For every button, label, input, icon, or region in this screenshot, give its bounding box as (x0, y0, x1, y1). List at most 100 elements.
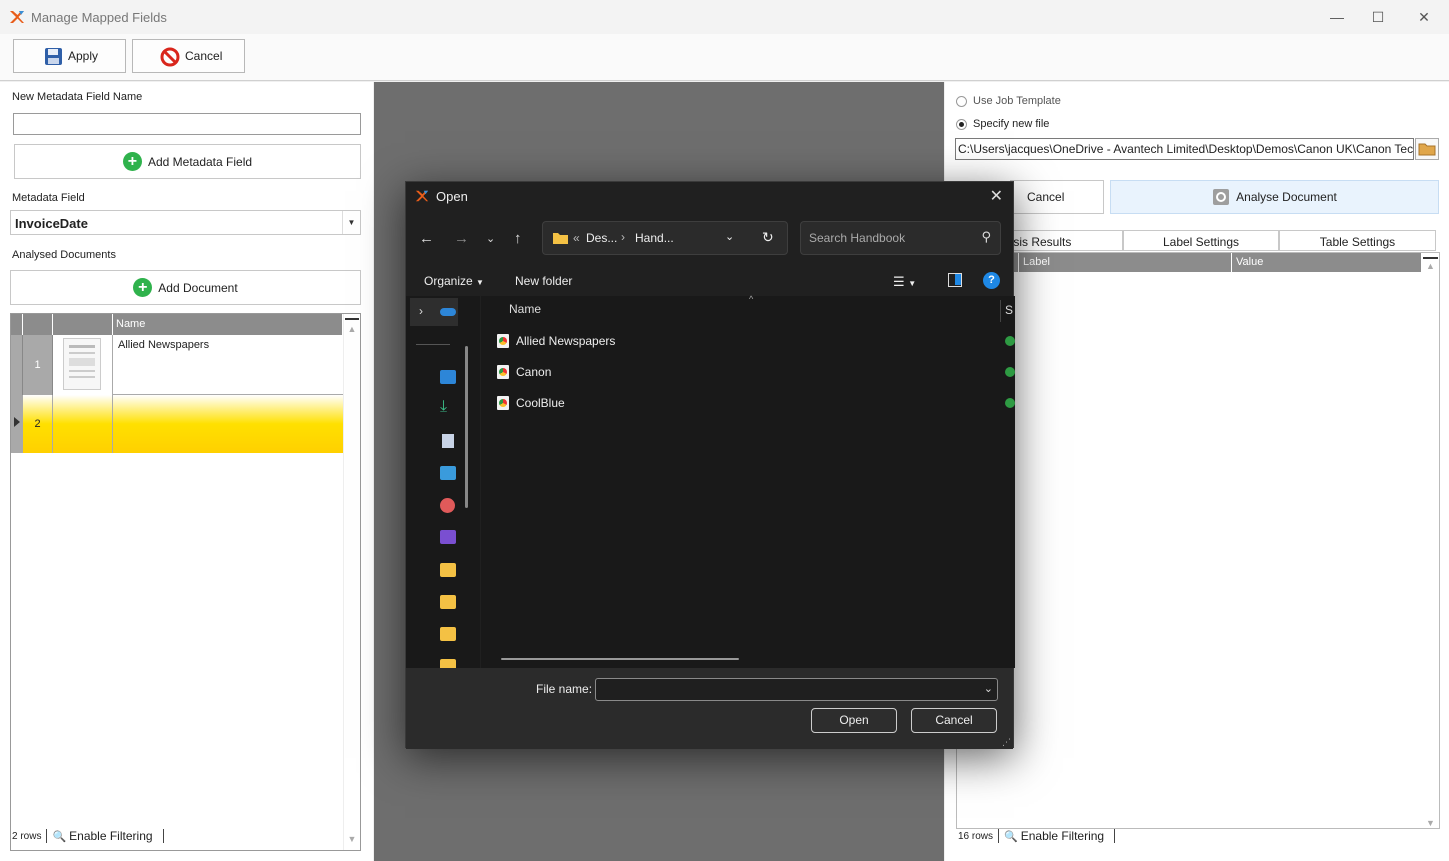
music-icon[interactable] (440, 498, 455, 513)
add-document-button[interactable]: + Add Document (10, 270, 361, 305)
organize-menu[interactable]: Organize ▼ (424, 274, 484, 288)
onedrive-nav-item[interactable]: › (410, 298, 458, 326)
plus-icon: + (133, 278, 153, 297)
search-icon[interactable]: ⚲ (981, 229, 991, 245)
document-name (113, 395, 344, 453)
chevron-down-icon[interactable]: ▼ (342, 211, 360, 234)
grid-scrollbar[interactable]: ▲ ▼ (343, 314, 360, 850)
folder-icon[interactable] (440, 659, 456, 668)
downloads-icon[interactable]: ⤓ (440, 399, 456, 415)
close-window-button[interactable]: ✕ (1401, 6, 1447, 28)
chrome-html-file-icon (497, 334, 509, 348)
table-row[interactable]: 1 Allied Newspapers (11, 335, 344, 395)
file-name: Allied Newspapers (516, 334, 616, 348)
new-field-name-input[interactable] (13, 113, 361, 135)
forward-arrow-icon[interactable]: → (454, 230, 469, 247)
apply-button[interactable]: Apply (13, 39, 126, 73)
file-item[interactable]: CoolBlue (497, 392, 1015, 414)
dialog-close-button[interactable]: ✕ (990, 186, 1003, 206)
chrome-html-file-icon (497, 396, 509, 410)
scroll-up-icon[interactable]: ▲ (344, 324, 360, 334)
file-item[interactable]: Allied Newspapers (497, 330, 1015, 352)
folder-icon[interactable] (440, 627, 456, 641)
folder-icon[interactable] (440, 563, 456, 577)
file-item[interactable]: Canon (497, 361, 1015, 383)
use-job-template-radio[interactable] (956, 96, 967, 107)
enable-filtering-link[interactable]: Enable Filtering (1021, 829, 1104, 843)
analyse-document-button[interactable]: Analyse Document (1110, 180, 1439, 214)
nav-scrollbar[interactable] (465, 346, 468, 508)
file-path-input[interactable]: C:\Users\jacques\OneDrive - Avantech Lim… (955, 138, 1414, 160)
recent-locations-chevron-icon[interactable]: ⌄ (486, 232, 495, 245)
right-status-bar: 16 rows 🔍 Enable Filtering (958, 829, 1120, 843)
navigation-pane: › ⤓ (406, 296, 480, 668)
back-arrow-icon[interactable]: ← (419, 230, 434, 247)
resize-grip-icon[interactable]: ⋰ (1002, 737, 1011, 748)
row-pointer-icon (11, 395, 23, 453)
search-input[interactable]: Search Handbook ⚲ (800, 221, 1001, 255)
add-metadata-field-button[interactable]: + Add Metadata Field (14, 144, 361, 179)
results-grid: Label Value ▲ ▼ (956, 252, 1440, 829)
chevron-down-icon[interactable]: ⌄ (984, 682, 993, 695)
chrome-html-file-icon (497, 365, 509, 379)
window-title: Manage Mapped Fields (31, 10, 167, 25)
breadcrumb-handbook[interactable]: Hand... (635, 231, 674, 245)
scroll-down-icon[interactable]: ▼ (1422, 818, 1439, 828)
cancel-analysis-label: Cancel (1027, 190, 1065, 204)
results-scrollbar[interactable]: ▲ ▼ (1422, 253, 1439, 828)
expand-chevron-icon[interactable]: › (419, 304, 423, 318)
tab-label-settings[interactable]: Label Settings (1123, 230, 1279, 251)
cancel-icon (160, 47, 180, 67)
address-bar[interactable]: « Des... › Hand... ⌄ ↻ (542, 221, 788, 255)
minimize-button[interactable]: — (1314, 6, 1360, 28)
specify-new-file-radio[interactable] (956, 119, 967, 130)
scroll-down-icon[interactable]: ▼ (344, 834, 360, 844)
value-column-header[interactable]: Value (1232, 253, 1422, 272)
pictures-icon[interactable] (440, 466, 456, 480)
open-button[interactable]: Open (811, 708, 897, 733)
file-list-pane: ^ Name S Allied Newspapers Canon CoolBlu… (481, 294, 1015, 668)
view-options-icon[interactable]: ☰ ▼ (893, 274, 916, 290)
documents-icon[interactable] (442, 434, 454, 448)
scroll-up-icon[interactable]: ▲ (1422, 261, 1439, 271)
search-placeholder: Search Handbook (809, 231, 906, 245)
breadcrumb-desktop[interactable]: Des... (586, 231, 617, 245)
document-thumbnail (53, 335, 113, 395)
folder-icon (553, 233, 568, 244)
videos-icon[interactable] (440, 530, 456, 544)
row-number: 2 (23, 395, 53, 453)
right-panel: Use Job Template Specify new file C:\Use… (945, 82, 1449, 861)
binoculars-icon[interactable]: 🔍 (1004, 830, 1018, 843)
new-folder-button[interactable]: New folder (515, 274, 572, 288)
name-column-header[interactable]: Name (113, 314, 343, 335)
maximize-button[interactable]: ☐ (1355, 6, 1401, 28)
enable-filtering-link[interactable]: Enable Filtering (69, 829, 152, 843)
path-overflow-icon[interactable]: « (573, 231, 580, 245)
refresh-icon[interactable]: ↻ (762, 229, 774, 246)
help-icon[interactable]: ? (983, 272, 1000, 289)
main-toolbar: Apply Cancel (0, 34, 1449, 81)
sort-ascending-icon: ^ (749, 294, 754, 304)
name-column-header[interactable]: Name (509, 302, 541, 316)
row-number: 1 (23, 335, 53, 395)
onedrive-cloud-icon (440, 308, 456, 316)
table-row[interactable]: 2 (11, 395, 344, 453)
folder-icon[interactable] (440, 595, 456, 609)
preview-pane-icon[interactable] (948, 273, 962, 287)
cancel-analysis-button[interactable]: Cancel (1010, 180, 1104, 214)
address-dropdown-icon[interactable]: ⌄ (725, 230, 734, 243)
desktop-icon[interactable] (440, 370, 456, 384)
tab-table-settings[interactable]: Table Settings (1279, 230, 1436, 251)
app-logo-icon (415, 190, 429, 202)
status-column-header[interactable]: S (1005, 303, 1013, 317)
horizontal-scrollbar[interactable] (501, 658, 739, 660)
up-arrow-icon[interactable]: ↑ (514, 230, 522, 247)
dialog-cancel-button[interactable]: Cancel (911, 708, 997, 733)
file-name-input[interactable]: ⌄ (595, 678, 998, 701)
cancel-button[interactable]: Cancel (132, 39, 245, 73)
metadata-field-dropdown[interactable]: InvoiceDate ▼ (10, 210, 361, 235)
browse-folder-button[interactable] (1415, 138, 1439, 160)
binoculars-icon[interactable]: 🔍 (52, 830, 66, 843)
label-column-header[interactable]: Label (1019, 253, 1232, 272)
metadata-field-label: Metadata Field (12, 192, 85, 204)
